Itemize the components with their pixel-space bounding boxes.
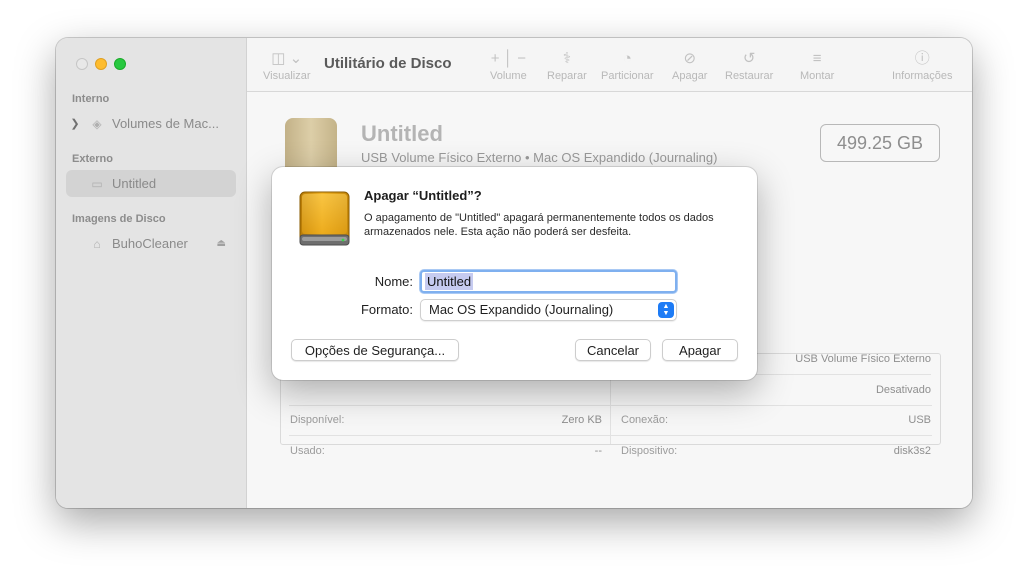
window-title: Utilitário de Disco xyxy=(324,55,452,72)
volume-name: Untitled xyxy=(361,121,443,146)
mount-label: Montar xyxy=(800,70,835,82)
dialog-title: Apagar “Untitled”? xyxy=(364,188,482,203)
cancel-button[interactable]: Cancelar xyxy=(575,339,651,361)
erase-icon: ⊘ xyxy=(683,50,697,67)
sidebar-item-label: Volumes de Mac... xyxy=(112,116,219,131)
view-label: Visualizar xyxy=(263,70,311,82)
info-row-device: Dispositivo: disk3s2 xyxy=(621,436,931,466)
name-input[interactable]: Untitled xyxy=(420,270,677,293)
updown-chevron-icon: ▲ ▼ xyxy=(658,302,674,318)
sidebar-section-external: Externo xyxy=(72,153,113,165)
repair-label: Reparar xyxy=(547,70,587,82)
name-label: Nome: xyxy=(374,274,413,289)
dialog-message: O apagamento de "Untitled" apagará perma… xyxy=(364,212,714,238)
restore-label: Restaurar xyxy=(725,70,774,82)
toolbar: ◫ ⌄ Visualizar Utilitário de Disco + │ −… xyxy=(247,38,972,92)
info-row-connection: Conexão: USB xyxy=(621,405,931,435)
volume-label: Volume xyxy=(490,70,527,82)
plus-minus-icon: + │ − xyxy=(490,50,526,67)
external-drive-icon xyxy=(299,191,350,246)
volume-subtitle: USB Volume Físico Externo • Mac OS Expan… xyxy=(361,150,718,165)
erase-dialog: Apagar “Untitled”? O apagamento de "Unti… xyxy=(272,167,757,380)
partition-button[interactable]: ◔ Particionar xyxy=(601,48,654,82)
info-button[interactable]: ⓘ Informações xyxy=(892,48,953,82)
pie-chart-icon: ◔ xyxy=(622,50,632,67)
disk-image-icon: ⌂ xyxy=(93,236,101,251)
capacity-badge: 499.25 GB xyxy=(820,124,940,162)
erase-button[interactable]: ⊘ Apagar xyxy=(672,48,707,82)
connection-label: Conexão: xyxy=(621,414,669,426)
format-select[interactable]: Mac OS Expandido (Journaling) ▲ ▼ xyxy=(420,299,677,321)
info-label: Informações xyxy=(892,70,953,82)
sidebar-section-internal: Interno xyxy=(72,93,110,105)
stack-icon: ◈ xyxy=(92,116,102,131)
sidebar: Interno ❯ ◈ Volumes de Mac... Externo ▭ … xyxy=(56,38,247,508)
sidebar-item-label: BuhoCleaner xyxy=(112,236,188,251)
format-label: Formato: xyxy=(360,302,413,317)
traffic-lights xyxy=(76,58,126,70)
device-label: Dispositivo: xyxy=(621,445,678,457)
info-row-used: Usado: -- xyxy=(290,436,602,466)
sidebar-item-label: Untitled xyxy=(112,176,157,191)
erase-confirm-button[interactable]: Apagar xyxy=(662,339,738,361)
eject-icon[interactable]: ⏏ xyxy=(217,238,226,249)
sidebar-item-internal-volume[interactable]: ❯ ◈ Volumes de Mac... xyxy=(66,110,236,137)
name-input-value: Untitled xyxy=(425,273,474,290)
stethoscope-icon: ⚕ xyxy=(562,50,571,67)
info-row-available: Disponível: Zero KB xyxy=(290,405,602,435)
restore-button[interactable]: ↺ Restaurar xyxy=(725,48,773,82)
format-select-value: Mac OS Expandido (Journaling) xyxy=(429,302,614,317)
sidebar-section-images: Imagens de Disco xyxy=(72,213,166,225)
drive-icon: ▭ xyxy=(91,176,103,191)
type-value: USB Volume Físico Externo xyxy=(795,353,931,365)
device-value: disk3s2 xyxy=(893,445,931,457)
disclosure-chevron-icon[interactable]: ❯ xyxy=(68,117,82,130)
zoom-window-button[interactable] xyxy=(114,58,126,70)
view-button[interactable]: ◫ ⌄ Visualizar xyxy=(263,48,311,82)
sidebar-item-disk-image[interactable]: ⌂ BuhoCleaner ⏏ xyxy=(66,230,236,257)
close-window-button[interactable] xyxy=(76,58,88,70)
used-label: Usado: xyxy=(290,445,325,457)
sidebar-item-external-volume[interactable]: ▭ Untitled xyxy=(66,170,236,197)
minimize-window-button[interactable] xyxy=(95,58,107,70)
info-icon: ⓘ xyxy=(914,50,930,67)
restore-icon: ↺ xyxy=(742,50,756,67)
mount-icon: ≡ xyxy=(812,50,822,67)
sidebar-toggle-icon: ◫ ⌄ xyxy=(271,50,303,67)
repair-button[interactable]: ⚕ Reparar xyxy=(547,48,587,82)
partition-label: Particionar xyxy=(601,70,654,82)
available-label: Disponível: xyxy=(290,414,345,426)
owners-value: Desativado xyxy=(875,384,931,396)
available-value: Zero KB xyxy=(561,414,602,426)
connection-value: USB xyxy=(908,414,931,426)
security-options-button[interactable]: Opções de Segurança... xyxy=(291,339,459,361)
erase-label: Apagar xyxy=(672,70,708,82)
mount-button[interactable]: ≡ Montar xyxy=(800,48,834,82)
used-value: -- xyxy=(594,445,602,457)
volume-button[interactable]: + │ − Volume xyxy=(490,48,527,82)
